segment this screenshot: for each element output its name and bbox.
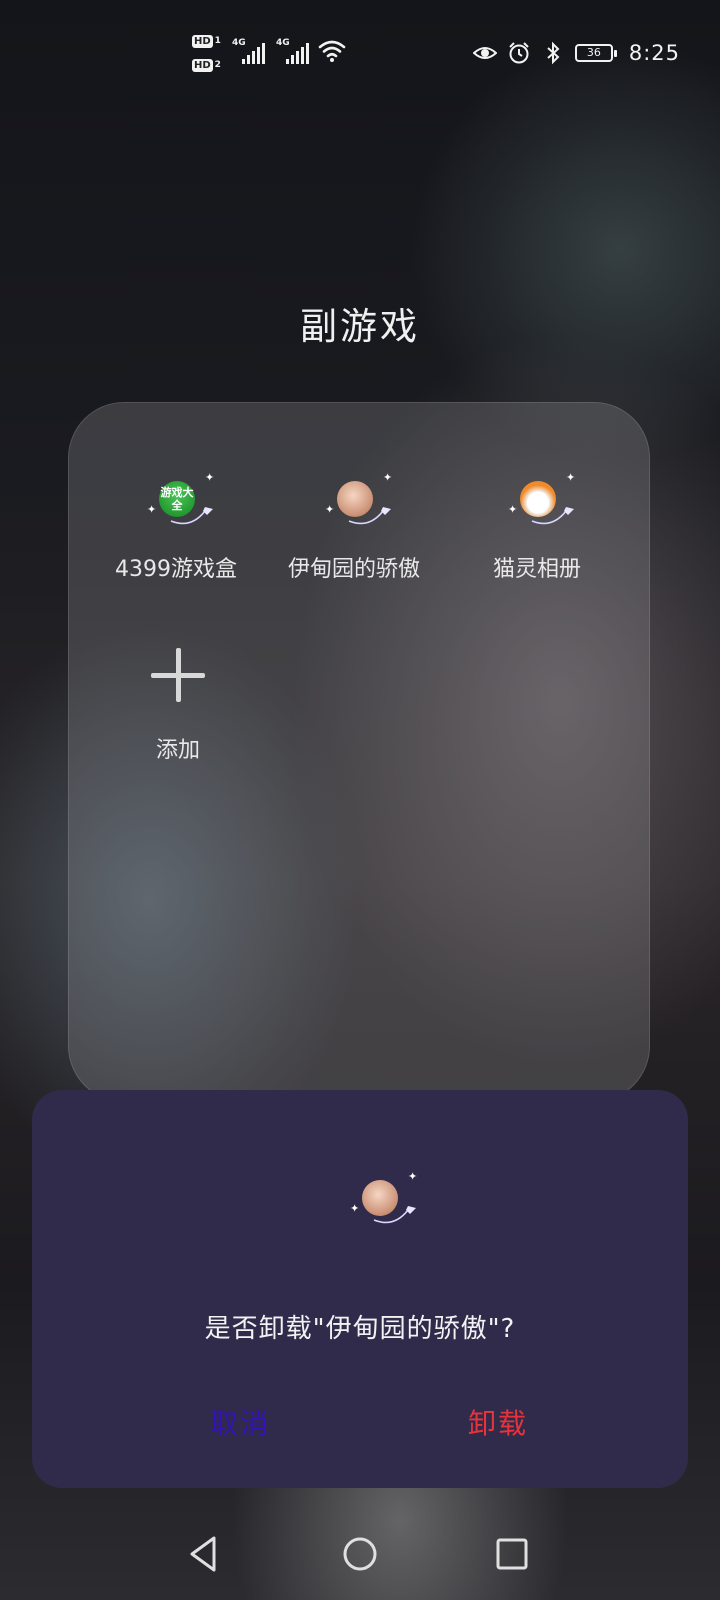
alarm-icon (509, 42, 529, 64)
sparkle-icon: ✦ (508, 503, 518, 516)
status-right-icons: 36 8:25 (472, 38, 680, 68)
wifi-icon (318, 40, 346, 62)
app-label: 猫灵相册 (492, 557, 581, 582)
hd-sim1-badge: HD 1 (192, 34, 226, 48)
sim2-slot: 2 (214, 60, 221, 70)
app-4399-game-box[interactable]: 游戏大全 ✦ ✦ 4399游戏盒 (91, 469, 261, 583)
swirl-icon (531, 507, 574, 525)
sparkle-icon: ✦ (383, 471, 393, 484)
uninstall-confirm-button[interactable]: 卸载 (398, 1402, 598, 1442)
swirl-icon (170, 507, 213, 525)
hd-sim2-badge: HD 2 (192, 58, 226, 72)
uninstall-dialog: ✦ ✦ 是否卸载"伊甸园的骄傲"? 取消 卸载 (32, 1090, 688, 1488)
plus-icon (151, 648, 205, 702)
status-bar: HD 1 HD 2 4G 4G 36 8:25 (0, 0, 720, 100)
swirl-icon (348, 507, 391, 525)
add-app-button[interactable]: 添加 (128, 648, 228, 764)
navigation-bar (0, 1522, 720, 1600)
recent-apps-square-icon[interactable] (490, 1532, 534, 1576)
sparkle-icon: ✦ (325, 503, 335, 516)
back-triangle-icon[interactable] (182, 1532, 226, 1576)
cancel-button[interactable]: 取消 (140, 1402, 340, 1442)
add-label: 添加 (155, 738, 200, 763)
app-label: 伊甸园的骄傲 (287, 557, 420, 582)
sparkle-icon: ✦ (408, 1170, 418, 1183)
hd-label: HD (192, 58, 213, 72)
app-aristocrat[interactable]: ✦ ✦ 伊甸园的骄傲 (269, 469, 439, 583)
sim1-slot: 1 (214, 36, 221, 46)
battery-icon: 36 (574, 44, 617, 62)
clock: 8:25 (628, 41, 680, 65)
swirl-icon (373, 1206, 416, 1224)
folder-title[interactable]: 副游戏 (0, 296, 720, 350)
dialog-message: 是否卸载"伊甸园的骄傲"? (204, 1314, 516, 1344)
bluetooth-icon (547, 41, 560, 65)
sparkle-icon: ✦ (566, 471, 576, 484)
app-cat-album[interactable]: ✦ ✦ 猫灵相册 (452, 469, 622, 583)
hd-label: HD (192, 34, 213, 48)
sim-indicators: HD 1 HD 2 (192, 34, 226, 74)
home-circle-icon[interactable] (338, 1532, 382, 1576)
sparkle-icon: ✦ (350, 1202, 360, 1215)
sparkle-icon: ✦ (205, 471, 215, 484)
eye-comfort-icon (472, 47, 497, 59)
app-label: 4399游戏盒 (115, 557, 237, 582)
sparkle-icon: ✦ (147, 503, 157, 516)
